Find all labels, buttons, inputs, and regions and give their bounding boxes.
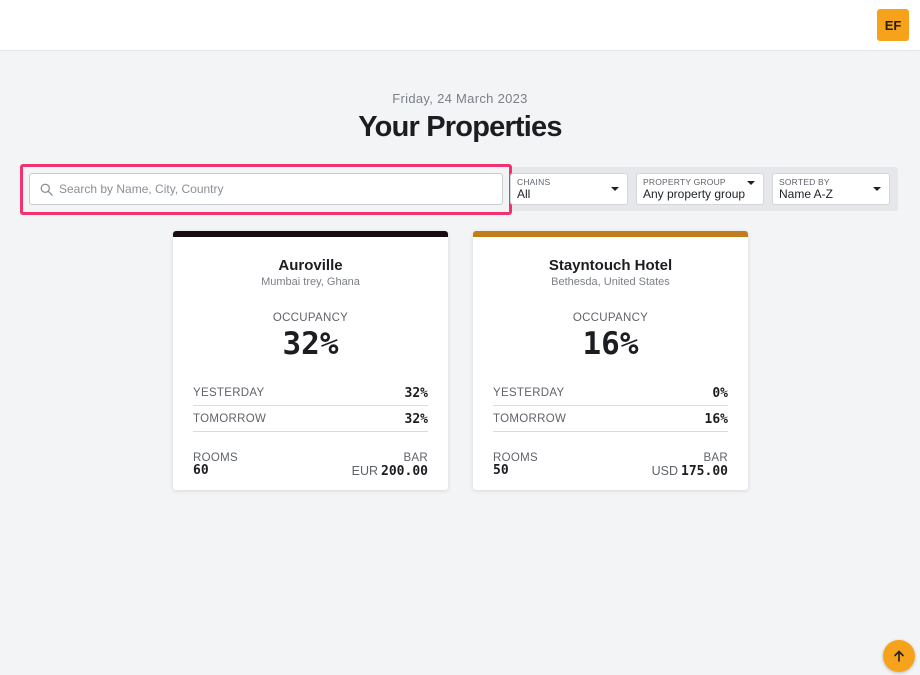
page-title: Your Properties: [358, 111, 562, 143]
bar-value: 175.00: [681, 464, 728, 479]
sorted-by-value: Name A-Z: [779, 187, 834, 201]
caret-down-icon: [873, 187, 881, 191]
sorted-by-dropdown[interactable]: SORTED BY Name A-Z: [772, 173, 890, 205]
caret-down-icon: [611, 187, 619, 191]
caret-down-icon: [747, 181, 755, 185]
bar-currency: USD: [651, 464, 679, 478]
tomorrow-label: TOMORROW: [493, 413, 567, 425]
bar-block: BAR EUR 200.00: [352, 452, 428, 479]
occupancy-value: 32%: [282, 326, 339, 362]
property-location: Bethesda, United States: [551, 276, 670, 288]
chains-value: All: [517, 187, 531, 201]
bar-block: BAR USD 175.00: [652, 452, 728, 479]
occupancy-label: OCCUPANCY: [572, 312, 649, 324]
property-group-label: PROPERTY GROUP: [643, 177, 726, 187]
property-group-value: Any property group: [643, 187, 746, 201]
bar-rate: USD 175.00: [652, 464, 728, 479]
rooms-block: ROOMS 60: [193, 452, 238, 478]
tomorrow-row: TOMORROW 32%: [193, 407, 428, 432]
bar-rate: EUR 200.00: [352, 464, 428, 479]
yesterday-label: YESTERDAY: [493, 387, 565, 399]
search-icon: [40, 183, 53, 196]
property-card-auroville[interactable]: Auroville Mumbai trey, Ghana OCCUPANCY 3…: [173, 231, 448, 490]
tomorrow-value: 32%: [404, 411, 428, 427]
tomorrow-label: TOMORROW: [193, 413, 267, 425]
search-box[interactable]: [29, 173, 503, 205]
current-date: Friday, 24 March 2023: [392, 91, 528, 106]
bar-label: BAR: [403, 452, 428, 464]
rooms-value: 60: [193, 463, 209, 478]
property-name: Auroville: [278, 257, 343, 274]
user-avatar[interactable]: EF: [877, 9, 909, 41]
yesterday-label: YESTERDAY: [193, 387, 265, 399]
tomorrow-row: TOMORROW 16%: [493, 407, 728, 432]
chains-label: CHAINS: [517, 177, 551, 187]
property-location: Mumbai trey, Ghana: [261, 276, 360, 288]
rooms-block: ROOMS 50: [493, 452, 538, 478]
card-color-stripe: [173, 231, 448, 237]
occupancy-value: 16%: [582, 326, 639, 362]
yesterday-row: YESTERDAY 0%: [493, 381, 728, 406]
scroll-to-top-button[interactable]: [883, 640, 915, 672]
yesterday-value: 0%: [712, 385, 728, 401]
sorted-by-label: SORTED BY: [779, 177, 830, 187]
search-input[interactable]: [59, 182, 479, 196]
top-bar: EF: [0, 0, 920, 51]
rooms-value: 50: [493, 463, 509, 478]
bar-value: 200.00: [381, 464, 428, 479]
yesterday-row: YESTERDAY 32%: [193, 381, 428, 406]
property-card-stayntouch-hotel[interactable]: Stayntouch Hotel Bethesda, United States…: [473, 231, 748, 490]
arrow-up-icon: [894, 650, 904, 662]
card-color-stripe: [473, 231, 748, 237]
bar-currency: EUR: [351, 464, 379, 478]
yesterday-value: 32%: [404, 385, 428, 401]
property-name: Stayntouch Hotel: [548, 257, 673, 274]
occupancy-label: OCCUPANCY: [272, 312, 349, 324]
tomorrow-value: 16%: [704, 411, 728, 427]
bar-label: BAR: [703, 452, 728, 464]
chains-dropdown[interactable]: CHAINS All: [510, 173, 628, 205]
property-group-dropdown[interactable]: PROPERTY GROUP Any property group: [636, 173, 764, 205]
